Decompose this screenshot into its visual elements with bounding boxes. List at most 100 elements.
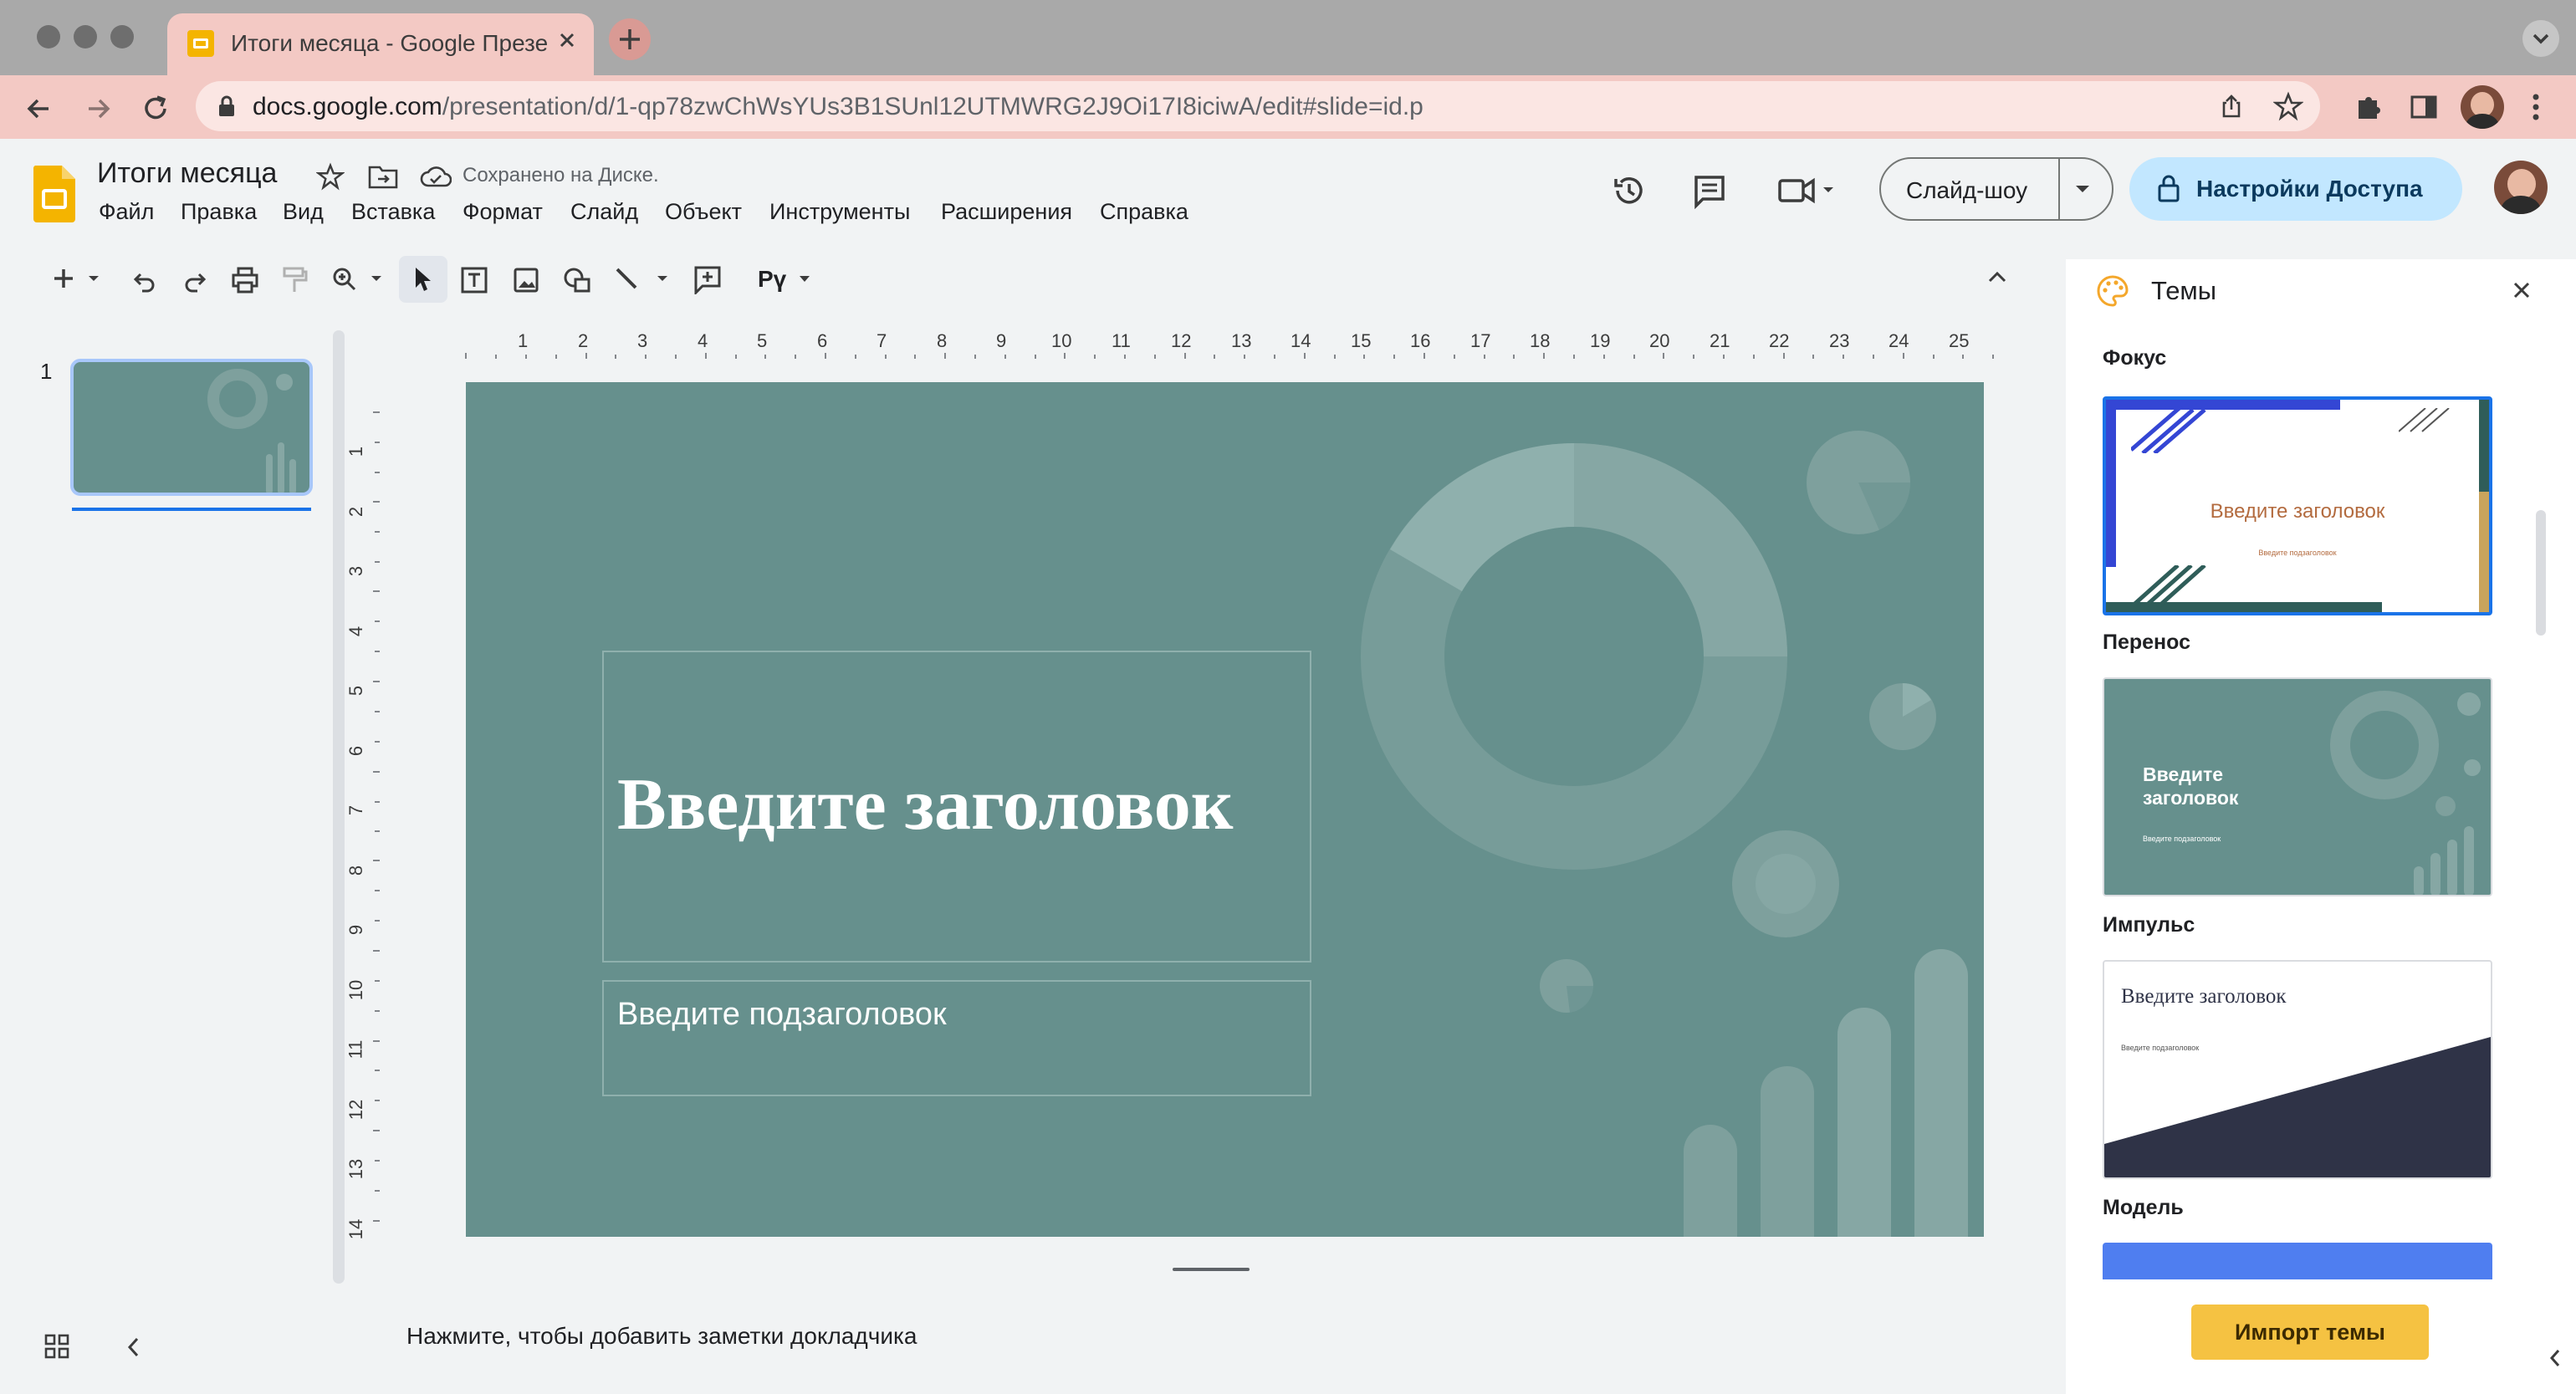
window-zoom-dot[interactable] [110,25,134,49]
new-tab-button[interactable] [609,18,651,60]
undo-icon[interactable] [132,268,157,293]
side-panel-icon[interactable] [2409,92,2439,122]
menu-tools[interactable]: Инструменты [769,199,910,225]
slideshow-dropdown-icon[interactable] [2073,182,2092,196]
ruler-tick-label: 2 [345,506,367,518]
ruler-tick-label: 14 [345,1218,367,1240]
grid-view-icon[interactable] [43,1333,70,1360]
slide-subtitle[interactable]: Введите подзаголовок [617,997,947,1033]
ruler-tick-label: 5 [757,330,768,351]
lock-icon [2158,174,2180,202]
menu-format[interactable]: Формат [463,199,543,225]
ruler-tick-label: 5 [345,685,367,697]
import-theme-label: Импорт темы [2235,1320,2385,1345]
browser-tab-bar: Итоги месяца - Google Презе [0,0,2576,75]
insert-image-icon[interactable] [512,266,540,294]
line-tool-button[interactable] [614,266,674,293]
filmstrip-scrollbar[interactable] [333,330,345,1284]
menu-file[interactable]: Файл [99,199,154,225]
url-bar[interactable]: docs.google.com/presentation/d/1-qp78zwC… [196,81,2320,131]
ruler-tick-label: 3 [637,330,648,351]
tab-search-button[interactable] [2522,20,2559,57]
document-title[interactable]: Итоги месяца [97,157,277,190]
theme-name: Фокус [2103,346,2167,370]
meet-icon[interactable] [1778,176,1837,206]
save-status[interactable]: Сохранено на Диске. [463,164,659,187]
ruler-tick-label: 23 [1829,330,1850,351]
share-button[interactable]: Настройки Доступа [2129,157,2462,221]
theme-card-subtitle: Введите подзаголовок [2143,835,2221,843]
back-icon[interactable] [22,92,55,125]
subtitle-placeholder[interactable]: Введите подзаголовок [602,980,1311,1096]
title-placeholder[interactable]: Введите заголовок [602,651,1311,963]
themes-scrollbar[interactable] [2536,510,2546,636]
window-close-dot[interactable] [37,25,60,49]
reload-icon[interactable] [139,92,172,125]
ruler-tick-label: 8 [937,330,948,351]
shape-icon[interactable] [562,266,594,294]
redo-icon[interactable] [182,268,207,293]
window-minimize-dot[interactable] [74,25,97,49]
new-slide-button[interactable] [52,266,100,291]
menu-view[interactable]: Вид [283,199,324,225]
extensions-icon[interactable] [2352,90,2385,124]
menu-edit[interactable]: Правка [181,199,257,225]
zoom-button[interactable] [331,266,385,293]
collapse-filmstrip-icon[interactable] [124,1335,144,1360]
tab-close-icon[interactable] [555,28,579,52]
close-icon[interactable] [2511,279,2533,301]
input-tools-button[interactable]: Рү [754,264,813,294]
theme-card-impulse[interactable]: Введите заголовок Введите подзаголовок [2103,960,2492,1179]
add-comment-icon[interactable] [693,264,723,294]
theme-card-perenos[interactable]: Введите заголовок Введите подзаголовок [2103,677,2492,896]
share-page-icon[interactable] [2218,93,2245,120]
menu-help[interactable]: Справка [1100,199,1188,225]
cloud-saved-icon[interactable] [420,164,452,189]
comments-icon[interactable] [1691,172,1728,209]
ruler-tick-label: 12 [1171,330,1192,351]
ruler-tick-label: 16 [1410,330,1431,351]
vertical-ruler: 1 2 3 4 5 6 7 8 9 10 11 12 13 14 [345,382,380,1239]
star-icon[interactable] [316,162,345,191]
menu-dots-icon[interactable] [2529,90,2543,124]
select-tool-button[interactable] [399,256,447,303]
ruler-tick-label: 13 [1231,330,1252,351]
palette-icon [2096,274,2129,308]
slide-canvas[interactable]: Введите заголовок Введите подзаголовок [466,382,1984,1237]
ruler-tick-label: 12 [345,1099,367,1121]
menu-slide[interactable]: Слайд [570,199,638,225]
menu-insert[interactable]: Вставка [351,199,435,225]
ruler-tick-label: 21 [1710,330,1730,351]
lock-icon[interactable] [217,94,236,118]
text-box-icon[interactable] [458,264,490,296]
profile-avatar[interactable] [2461,85,2504,129]
url-domain: docs.google.com [253,93,442,120]
print-icon[interactable] [231,266,259,294]
bookmark-star-icon[interactable] [2273,91,2303,121]
slide-thumbnail[interactable] [70,359,313,496]
theme-card-title: Введите заголовок [2143,763,2239,809]
side-panel-collapse-icon[interactable] [2546,1346,2564,1370]
speaker-notes-placeholder[interactable]: Нажмите, чтобы добавить заметки докладчи… [406,1323,917,1350]
slide-title[interactable]: Введите заголовок [617,763,1233,847]
line-icon [616,268,667,289]
move-folder-icon[interactable] [368,164,398,189]
ruler-tick-label: 18 [1530,330,1551,351]
theme-card-focus[interactable]: Введите заголовок Введите подзаголовок [2103,396,2492,615]
menu-extensions[interactable]: Расширения [941,199,1072,225]
browser-tab[interactable]: Итоги месяца - Google Презе [167,13,594,75]
account-avatar[interactable] [2494,161,2548,214]
ruler-tick-label: 25 [1949,330,1970,351]
slides-logo-icon[interactable] [32,164,77,222]
ruler-tick-label: 9 [996,330,1007,351]
menu-object[interactable]: Объект [665,199,742,225]
notes-resize-handle[interactable] [1173,1268,1250,1271]
slideshow-button[interactable]: Слайд-шоу [1879,157,2113,221]
history-icon[interactable] [1611,172,1648,209]
ruler-tick-label: 8 [345,865,367,876]
forward-icon[interactable] [82,92,115,125]
paint-format-icon[interactable] [281,266,308,294]
import-theme-button[interactable]: Импорт темы [2191,1305,2429,1360]
collapse-toolbar-icon[interactable] [1986,268,2009,288]
ruler-tick-label: 10 [1051,330,1072,351]
